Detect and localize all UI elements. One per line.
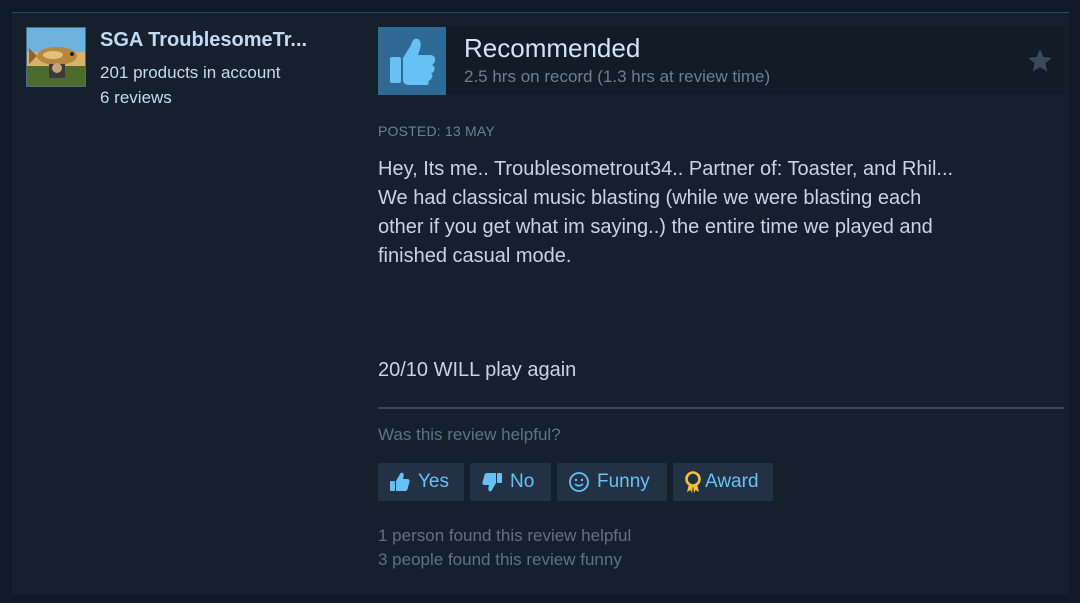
review-final-line: 20/10 WILL play again bbox=[378, 359, 577, 381]
award-button[interactable]: Award bbox=[673, 463, 773, 501]
funny-button[interactable]: Funny bbox=[557, 463, 667, 501]
found-helpful-count: 1 person found this review helpful bbox=[378, 526, 632, 545]
hours-on-record: 2.5 hrs on record (1.3 hrs at review tim… bbox=[464, 67, 771, 86]
thumbs-up-icon bbox=[378, 27, 446, 95]
thumbs-down-icon bbox=[480, 470, 504, 494]
review-card: SGA TroublesomeTr... 201 products in acc… bbox=[12, 12, 1069, 594]
no-label: No bbox=[510, 471, 535, 492]
vote-header[interactable]: Recommended 2.5 hrs on record (1.3 hrs a… bbox=[378, 27, 1064, 95]
yes-button[interactable]: Yes bbox=[378, 463, 464, 501]
divider bbox=[378, 407, 1064, 409]
review-line: other if you get what im saying..) the e… bbox=[378, 216, 933, 238]
yes-label: Yes bbox=[418, 471, 449, 492]
vote-verdict: Recommended bbox=[464, 33, 641, 63]
smiley-icon bbox=[567, 470, 591, 494]
award-label: Award bbox=[705, 471, 759, 492]
review-body: Hey, Its me.. Troublesometrout34.. Partn… bbox=[378, 155, 1054, 271]
author-products-count[interactable]: 201 products in account bbox=[100, 63, 281, 83]
helpful-question: Was this review helpful? bbox=[378, 425, 561, 444]
author-name[interactable]: SGA TroublesomeTr... bbox=[100, 29, 340, 52]
review-line: finished casual mode. bbox=[378, 245, 572, 267]
award-ribbon-icon bbox=[683, 470, 703, 494]
review-line: Hey, Its me.. Troublesometrout34.. Partn… bbox=[378, 158, 954, 180]
thumbs-up-icon bbox=[388, 470, 412, 494]
star-icon[interactable] bbox=[1026, 47, 1054, 75]
funny-label: Funny bbox=[597, 471, 650, 492]
avatar[interactable] bbox=[26, 27, 86, 87]
no-button[interactable]: No bbox=[470, 463, 551, 501]
found-funny-count: 3 people found this review funny bbox=[378, 550, 622, 569]
author-reviews-count[interactable]: 6 reviews bbox=[100, 88, 172, 108]
posted-date: POSTED: 13 MAY bbox=[378, 123, 495, 139]
review-line: We had classical music blasting (while w… bbox=[378, 187, 922, 209]
